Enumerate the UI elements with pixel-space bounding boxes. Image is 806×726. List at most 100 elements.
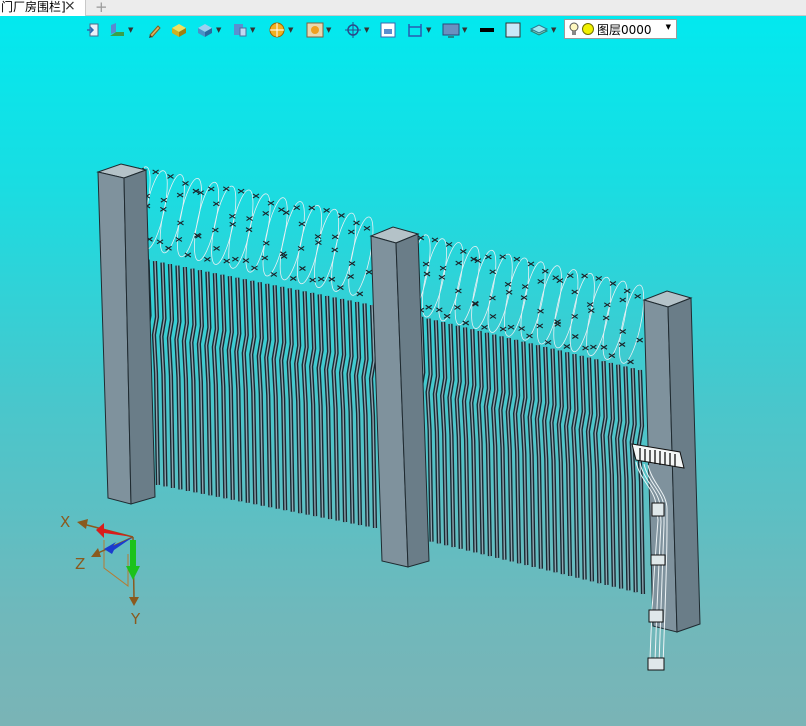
layer-stack-icon[interactable]: ▼ xyxy=(529,20,556,40)
axis-triad: X Z Y xyxy=(60,513,141,628)
fence-post-middle xyxy=(369,226,430,568)
chevron-down-icon[interactable]: ▼ xyxy=(326,26,331,34)
chevron-down-icon[interactable]: ▼ xyxy=(288,26,293,34)
document-tab[interactable]: 门厂房围栏] × xyxy=(0,0,86,16)
z-axis-arrow xyxy=(104,537,133,554)
razor-wire-coil xyxy=(504,257,530,337)
barb xyxy=(595,275,603,281)
razor-wire-coil xyxy=(211,185,237,265)
barb xyxy=(445,242,453,247)
barb xyxy=(213,245,220,251)
barb xyxy=(177,220,184,226)
fence-panel-right xyxy=(410,314,646,595)
barb xyxy=(356,291,364,297)
razor-wire-coil xyxy=(176,178,202,258)
view-toolbar: ▼ ▼ ▼ ▼ ▼ ▼ ▼ ▼ ▼ 图层0000 ▼ xyxy=(82,19,682,41)
barb xyxy=(425,304,433,310)
barb xyxy=(544,339,552,345)
x-arrow-icon xyxy=(77,519,88,529)
barb xyxy=(317,276,325,282)
barb xyxy=(299,266,306,271)
chevron-down-icon[interactable]: ▼ xyxy=(426,26,431,34)
barb xyxy=(204,256,211,262)
layer-color-icon xyxy=(582,23,594,35)
razor-wire-coil xyxy=(228,189,254,269)
barb xyxy=(167,174,174,179)
chevron-down-icon[interactable]: ▼ xyxy=(666,23,671,31)
solid-view-icon[interactable]: ▼ xyxy=(196,20,221,40)
close-icon[interactable]: × xyxy=(64,0,76,14)
barb xyxy=(590,344,597,350)
window-icon[interactable] xyxy=(380,20,396,40)
barb xyxy=(435,307,443,313)
add-tab-icon[interactable]: + xyxy=(95,0,108,16)
barb xyxy=(282,210,290,216)
chevron-down-icon[interactable]: ▼ xyxy=(128,26,133,34)
razor-wire-coil xyxy=(487,253,513,333)
barb xyxy=(176,192,184,198)
lightbulb-icon xyxy=(569,22,579,36)
barb xyxy=(527,261,535,267)
box-tool-icon[interactable] xyxy=(170,20,188,40)
document-tab-title: 门厂房围栏] xyxy=(1,0,66,14)
document-tab-bar: 门厂房围栏] × + xyxy=(0,0,806,16)
shading-icon[interactable]: ▼ xyxy=(268,20,293,40)
barb xyxy=(489,269,497,275)
barb xyxy=(270,271,278,277)
line-color-icon[interactable] xyxy=(479,20,495,40)
exit-icon[interactable] xyxy=(86,20,100,40)
barb xyxy=(297,245,305,251)
chevron-down-icon[interactable]: ▼ xyxy=(216,26,221,34)
chevron-down-icon[interactable]: ▼ xyxy=(250,26,255,34)
barb xyxy=(636,337,644,343)
layer-selector[interactable]: 图层0000 ▼ xyxy=(564,19,677,39)
barb xyxy=(363,225,371,231)
barb xyxy=(267,200,275,206)
barb xyxy=(422,261,430,267)
pencil-icon[interactable] xyxy=(148,20,162,40)
barb xyxy=(518,326,525,332)
razor-wire-coil xyxy=(569,273,595,353)
snap-icon[interactable]: ▼ xyxy=(344,20,369,40)
barb xyxy=(232,256,239,262)
y-axis-label: Y xyxy=(130,610,141,628)
fill-color-icon[interactable] xyxy=(505,20,521,40)
razor-wire-coil xyxy=(520,261,546,341)
razor-wire-coil xyxy=(296,205,322,285)
barb xyxy=(431,237,439,243)
view-style-icon[interactable]: ▼ xyxy=(108,20,133,40)
barb xyxy=(175,236,183,242)
barb xyxy=(262,240,270,246)
barb xyxy=(348,229,355,235)
barb xyxy=(184,252,192,258)
layer-name: 图层0000 xyxy=(597,22,652,37)
barb xyxy=(331,234,339,240)
barb xyxy=(627,359,634,365)
3d-viewport[interactable]: X Z Y xyxy=(0,42,806,726)
chevron-down-icon[interactable]: ▼ xyxy=(462,26,467,34)
render-icon[interactable]: ▼ xyxy=(232,20,255,40)
z-arrow-icon xyxy=(91,548,101,557)
dimension-icon[interactable]: ▼ xyxy=(406,20,431,40)
barb xyxy=(582,345,589,351)
barb xyxy=(152,169,159,175)
chevron-down-icon[interactable]: ▼ xyxy=(551,26,556,34)
razor-wire-coil xyxy=(421,238,447,318)
screen-icon[interactable]: ▼ xyxy=(442,20,467,40)
barb xyxy=(337,285,344,291)
x-axis-arrow xyxy=(96,523,133,538)
display-icon[interactable]: ▼ xyxy=(306,20,331,40)
barb xyxy=(262,211,270,216)
x-axis-label: X xyxy=(60,513,70,531)
barb xyxy=(499,326,507,332)
barb xyxy=(608,353,616,359)
y-arrow-icon xyxy=(129,597,139,606)
chevron-down-icon[interactable]: ▼ xyxy=(364,26,369,34)
barb xyxy=(353,220,360,226)
razor-wire-coil xyxy=(454,246,480,326)
barb xyxy=(489,313,497,319)
barb xyxy=(323,207,330,213)
razor-wire-coil xyxy=(619,284,645,364)
razor-wire-left xyxy=(125,166,374,296)
barb xyxy=(460,248,467,254)
